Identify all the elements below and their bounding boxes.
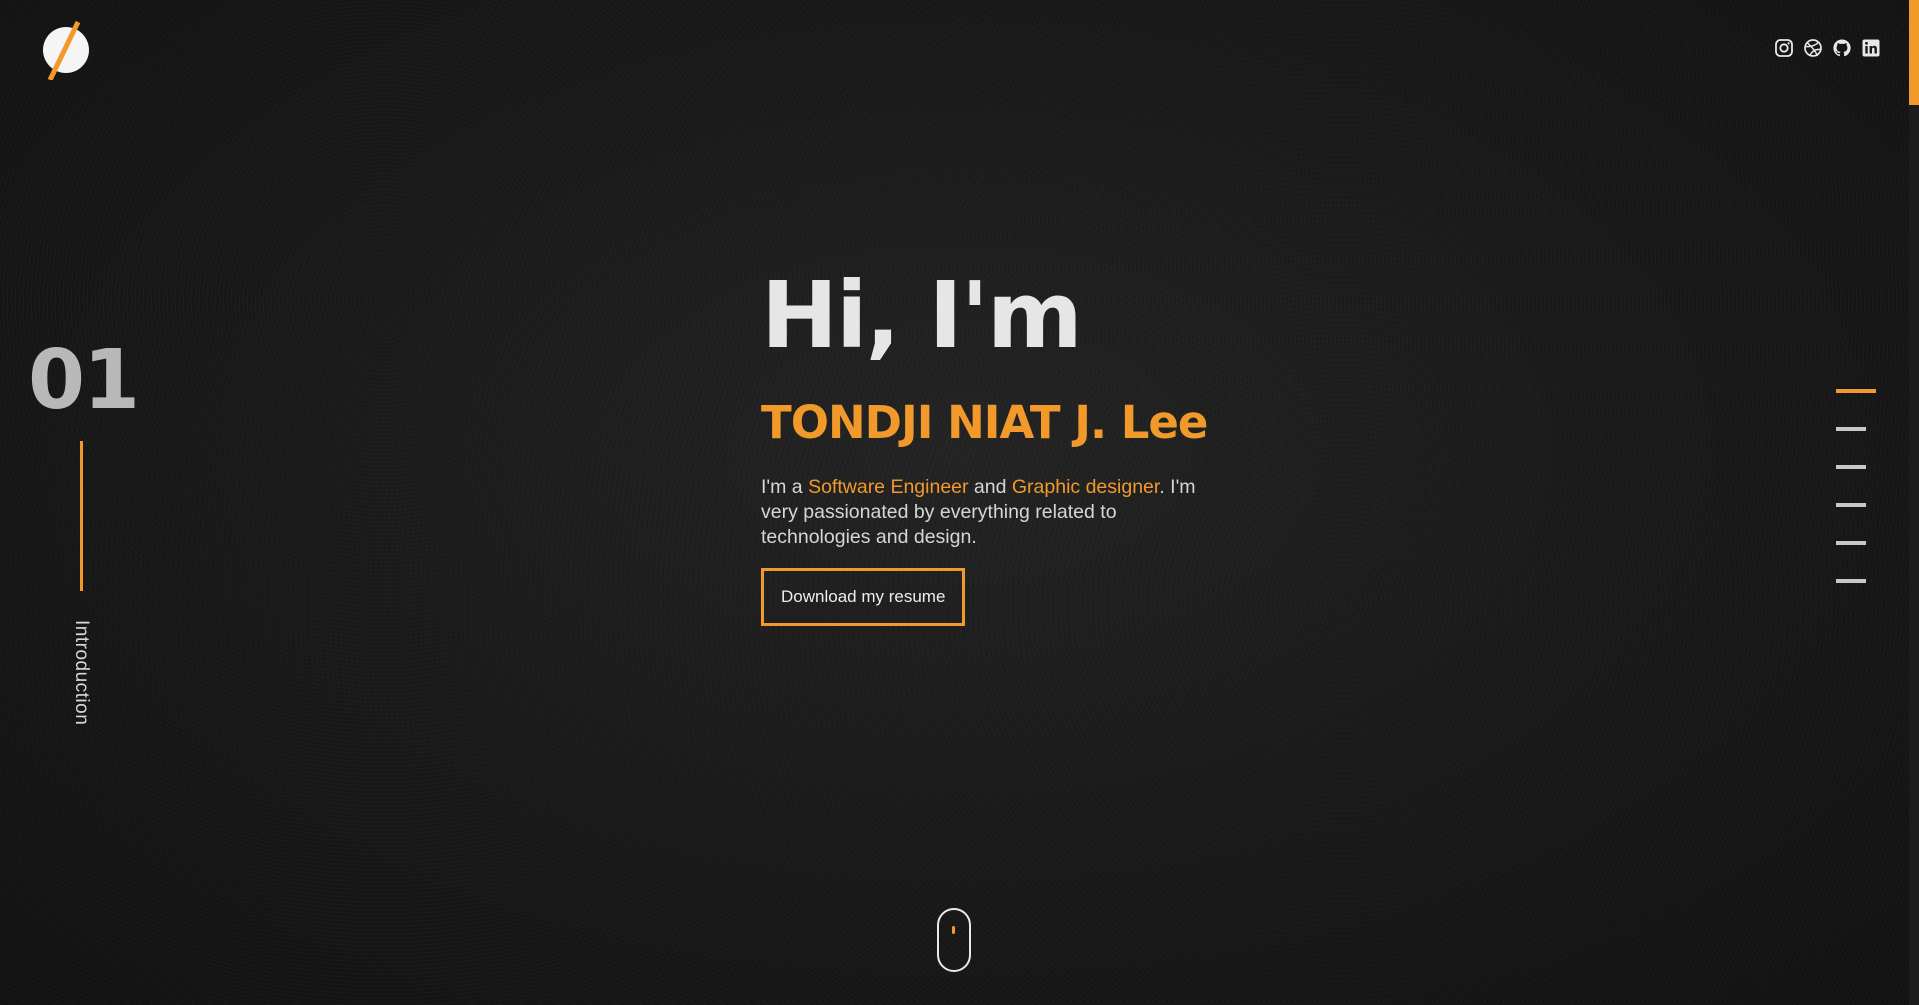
section-nav [1836,389,1876,583]
scrollbar[interactable] [1909,0,1919,1005]
download-resume-button[interactable]: Download my resume [761,568,966,626]
scrollbar-thumb[interactable] [1909,0,1919,105]
logo-icon[interactable] [40,20,92,80]
section-nav-item-5[interactable] [1836,541,1866,545]
scroll-mouse-icon[interactable] [937,908,971,972]
bio-prefix: I'm a [761,476,809,498]
github-icon[interactable] [1832,38,1852,58]
page: 01 Introduction Hi, I'm TONDJI NIAT J. L… [0,0,1919,1005]
section-nav-item-2[interactable] [1836,427,1866,431]
instagram-icon[interactable] [1774,38,1794,58]
section-nav-item-4[interactable] [1836,503,1866,507]
dribbble-icon[interactable] [1803,38,1823,58]
section-number: 01 [28,333,140,428]
role-software-engineer: Software Engineer [808,476,969,498]
greeting-heading: Hi, I'm [761,262,1083,369]
section-label: Introduction [71,620,92,726]
social-links [1774,38,1881,58]
name-heading: TONDJI NIAT J. Lee [761,396,1208,449]
role-graphic-designer: Graphic designer [1011,476,1160,498]
mouse-wheel [952,926,955,934]
hero: Hi, I'm TONDJI NIAT J. Lee I'm a Softwar… [761,270,1261,626]
section-nav-item-3[interactable] [1836,465,1866,469]
section-nav-item-6[interactable] [1836,579,1866,583]
section-nav-item-1[interactable] [1836,389,1876,393]
linkedin-icon[interactable] [1861,38,1881,58]
section-divider [80,441,83,591]
bio-middle: and [968,476,1012,498]
bio-text: I'm a Software Engineer and Graphic desi… [761,475,1231,550]
